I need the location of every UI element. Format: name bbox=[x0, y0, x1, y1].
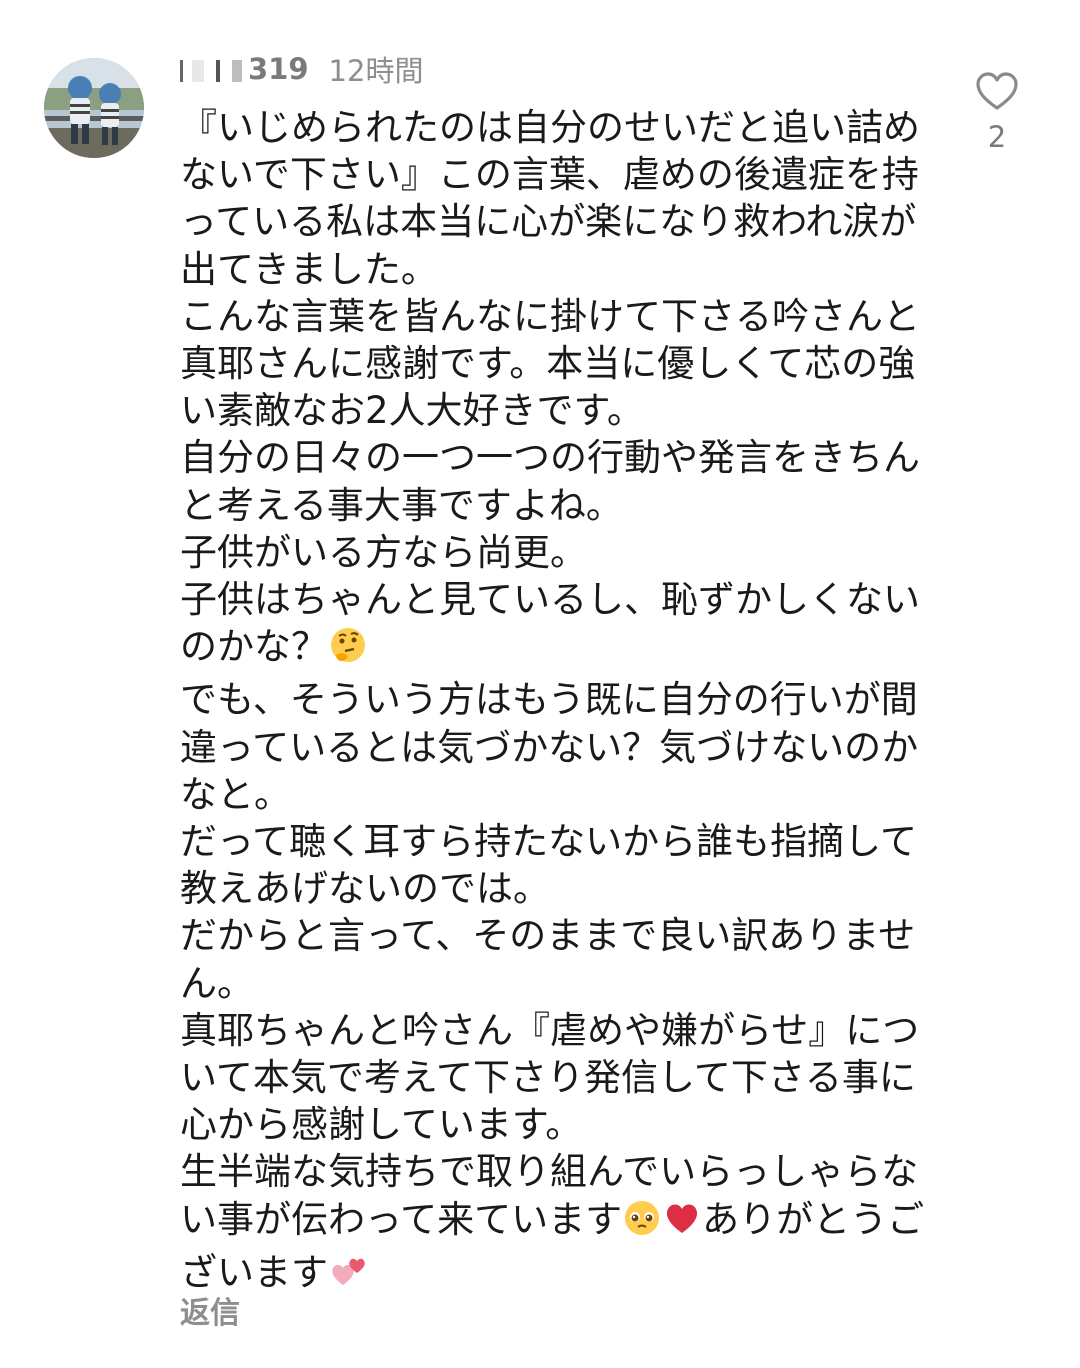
pleading-face-icon bbox=[622, 1198, 662, 1249]
comment-text: だって聴く耳すら持たないから誰も指摘して教えあげないのでは。 bbox=[180, 820, 918, 911]
comment-paragraph: こんな言葉を皆んなに掛けて下さる吟さんと真耶さんに感謝です。本当に優しくて芯の強… bbox=[180, 293, 940, 435]
comment-body: 『いじめられたのは自分のせいだと追い詰めないで下さい』この言葉、虐めの後遺症を持… bbox=[180, 104, 940, 1302]
comment-paragraph: 『いじめられたのは自分のせいだと追い詰めないで下さい』この言葉、虐めの後遺症を持… bbox=[180, 104, 940, 293]
reply-button[interactable]: 返信 bbox=[180, 1288, 240, 1332]
comment-paragraph: だって聴く耳すら持たないから誰も指摘して教えあげないのでは。 bbox=[180, 818, 940, 912]
avatar-image bbox=[44, 58, 144, 158]
comment-text: だからと言って、そのままで良い訳ありません。 bbox=[180, 914, 916, 1005]
comment-text: こんな言葉を皆んなに掛けて下さる吟さんと真耶さんに感謝です。本当に優しくて芯の強… bbox=[180, 294, 920, 433]
like-count: 2 bbox=[987, 120, 1007, 154]
comment-text: 真耶ちゃんと吟さん『虐めや嫌がらせ』について本気で考えて下さり発信して下さる事に… bbox=[180, 1008, 920, 1147]
comment-paragraph: だからと言って、そのままで良い訳ありません。 bbox=[180, 912, 940, 1006]
comment-text: 子供がいる方なら尚更。 bbox=[180, 530, 587, 574]
comment-paragraph: でも、そういう方はもう既に自分の行いが間違っているとは気づかない？気づけないのか… bbox=[180, 676, 940, 818]
two-hearts-icon bbox=[328, 1251, 368, 1302]
comment-paragraph: 生半端な気持ちで取り組んでいらっしゃらない事が伝わって来ています ありがとうござい… bbox=[180, 1148, 940, 1302]
comment-text: 自分の日々の一つ一つの行動や発言をきちんと考える事大事ですよね。 bbox=[180, 436, 920, 527]
comment-paragraph: 真耶ちゃんと吟さん『虐めや嫌がらせ』について本気で考えて下さり発信して下さる事に… bbox=[180, 1007, 940, 1149]
comment-item: 319 12時間 『いじめられたのは自分のせいだと追い詰めないで下さい』この言葉… bbox=[0, 0, 1080, 1368]
comment-text: でも、そういう方はもう既に自分の行いが間違っているとは気づかない？気づけないのか… bbox=[180, 678, 919, 816]
red-heart-icon bbox=[662, 1198, 702, 1249]
comment-paragraph: 子供がいる方なら尚更。 bbox=[180, 529, 940, 576]
username[interactable]: 319 bbox=[180, 52, 309, 86]
username-redaction bbox=[180, 60, 246, 82]
comment-text: 『いじめられたのは自分のせいだと追い詰めないで下さい』この言葉、虐めの後遺症を持… bbox=[180, 106, 920, 291]
avatar[interactable] bbox=[44, 58, 144, 158]
comment-text: 子供はちゃんと見ているし、恥ずかしくないのかな？ bbox=[180, 578, 920, 669]
comment-header: 319 12時間 bbox=[180, 46, 423, 92]
comment-time: 12時間 bbox=[328, 54, 424, 88]
thinking-face-icon bbox=[328, 625, 368, 676]
like-area: 2 bbox=[972, 70, 1022, 170]
username-visible-text: 319 bbox=[248, 52, 309, 86]
heart-outline-icon[interactable] bbox=[972, 70, 1022, 116]
comment-paragraph: 子供はちゃんと見ているし、恥ずかしくないのかな？ bbox=[180, 576, 940, 676]
comment-paragraph: 自分の日々の一つ一つの行動や発言をきちんと考える事大事ですよね。 bbox=[180, 434, 940, 528]
